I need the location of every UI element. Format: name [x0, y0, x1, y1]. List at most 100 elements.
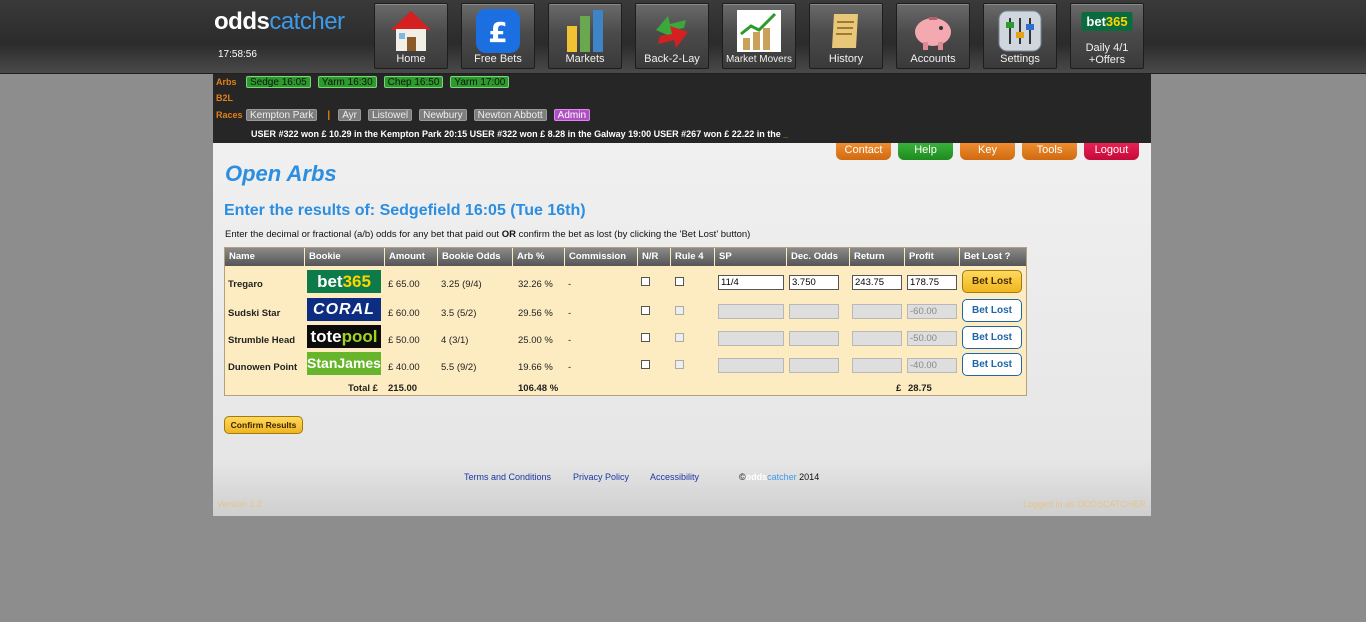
total-profit-symbol: £ [896, 383, 902, 394]
race-chip[interactable]: Kempton Park [246, 109, 318, 121]
nav-home-label: Home [396, 53, 426, 65]
nav-accounts-label: Accounts [910, 53, 956, 65]
races-label: Races [216, 110, 243, 120]
bet365-bookie-logo: bet365 [307, 270, 381, 293]
sp-input [718, 358, 784, 373]
nav-markets-label: Markets [565, 53, 605, 65]
bet-lost-button[interactable]: Bet Lost [962, 353, 1022, 376]
col-bet-lost: Bet Lost ? [964, 251, 1011, 262]
row-amount: £ 60.00 [388, 308, 420, 319]
trend-chart-icon [737, 10, 781, 52]
svg-text:£: £ [488, 16, 507, 49]
nav-markets-button[interactable]: Markets [548, 3, 622, 69]
bet-lost-button[interactable]: Bet Lost [962, 326, 1022, 349]
arb-chip[interactable]: Yarm 17:00 [450, 76, 510, 88]
tab-contact[interactable]: Contact [836, 143, 891, 160]
profit-input: -50.00 [907, 331, 957, 346]
race-chip[interactable]: Listowel [368, 109, 413, 121]
pound-icon: £ [476, 9, 520, 53]
nav-accounts-button[interactable]: Accounts [896, 3, 970, 69]
total-label: Total £ [348, 383, 378, 394]
arb-chip[interactable]: Yarm 16:30 [317, 76, 377, 88]
race-chip[interactable]: Newton Abbott [473, 109, 547, 121]
offers-line-2: +Offers [1088, 54, 1126, 66]
profit-input[interactable]: 178.75 [907, 275, 957, 290]
row-odds: 3.5 (5/2) [441, 308, 477, 319]
row-amount: £ 40.00 [388, 362, 420, 373]
nav-home-button[interactable]: Home [374, 3, 448, 69]
table-header: Name Bookie Amount Bookie Odds Arb % Com… [225, 248, 1026, 266]
nav-bet365-offers-label: Daily 4/1 +Offers [1071, 42, 1143, 66]
piggy-bank-icon [915, 17, 951, 50]
col-amount: Amount [385, 248, 438, 266]
col-sp: SP [715, 248, 787, 266]
profit-input: -60.00 [907, 304, 957, 319]
row-odds: 5.5 (9/2) [441, 362, 477, 373]
race-chip[interactable]: Newbury [419, 109, 467, 121]
terms-link[interactable]: Terms and Conditions [464, 472, 551, 482]
rule4-checkbox[interactable] [675, 277, 684, 286]
total-profit: 28.75 [908, 383, 932, 394]
race-chip[interactable]: Ayr [338, 109, 362, 121]
arb-chip[interactable]: Chep 16:50 [383, 76, 444, 88]
admin-chip[interactable]: Admin [553, 109, 591, 121]
bet365-logo-a: bet [1086, 14, 1106, 29]
tab-help[interactable]: Help [898, 143, 953, 160]
row-odds: 4 (3/1) [441, 335, 469, 346]
accessibility-link[interactable]: Accessibility [650, 472, 699, 482]
dec-odds-input[interactable]: 3.750 [789, 275, 839, 290]
row-odds: 3.25 (9/4) [441, 279, 482, 290]
rule4-checkbox [675, 306, 684, 315]
dec-odds-input [789, 331, 839, 346]
race-separator: | [327, 109, 331, 121]
nav-market-movers-button[interactable]: Market Movers [722, 3, 796, 69]
rule4-checkbox [675, 333, 684, 342]
nr-checkbox[interactable] [641, 360, 650, 369]
total-amount: 215.00 [388, 383, 418, 394]
row-arb: 32.26 % [518, 279, 553, 290]
nav-settings-button[interactable]: Settings [983, 3, 1057, 69]
page-subtitle: Enter the results of: Sedgefield 16:05 (… [224, 202, 586, 219]
row-commission: - [568, 362, 572, 373]
instructions: Enter the decimal or fractional (a/b) od… [225, 229, 750, 240]
nav-settings-label: Settings [1000, 53, 1040, 65]
nav-history-button[interactable]: History [809, 3, 883, 69]
row-commission: - [568, 308, 572, 319]
nr-checkbox[interactable] [641, 333, 650, 342]
copyright-symbol: © [739, 472, 746, 482]
nr-checkbox[interactable] [641, 277, 650, 286]
nav-back-2-lay-button[interactable]: Back-2-Lay [635, 3, 709, 69]
row-name: Dunowen Point [228, 362, 298, 373]
instructions-text-after: confirm the bet as lost (by clicking the… [515, 229, 751, 240]
row-name: Strumble Head [228, 335, 296, 346]
sp-input [718, 304, 784, 319]
nav-bet365-offers-button[interactable]: bet365 Daily 4/1 +Offers [1070, 3, 1144, 69]
col-profit: Profit [905, 248, 960, 266]
site-logo[interactable]: oddscatcher [214, 8, 345, 36]
scroll-icon [832, 14, 858, 48]
confirm-results-button[interactable]: Confirm Results [224, 416, 303, 434]
privacy-link[interactable]: Privacy Policy [573, 472, 629, 482]
return-input[interactable]: 243.75 [852, 275, 902, 290]
bet-lost-button[interactable]: Bet Lost [962, 299, 1022, 322]
logged-in-label: Logged in as ODDSCATCHER [1023, 499, 1146, 509]
copyright-logo-odds: odds [745, 472, 768, 482]
bet-lost-button[interactable]: Bet Lost [962, 270, 1022, 293]
copyright: ©oddscatcher 2014 [739, 472, 819, 482]
tab-logout[interactable]: Logout [1084, 143, 1139, 160]
tab-key[interactable]: Key [960, 143, 1015, 160]
row-commission: - [568, 279, 572, 290]
sliders-icon [998, 10, 1042, 52]
nr-checkbox[interactable] [641, 306, 650, 315]
tab-tools[interactable]: Tools [1022, 143, 1077, 160]
arbs-row: Arbs Sedge 16:05 Yarm 16:30 Chep 16:50 Y… [216, 75, 516, 89]
nav-history-label: History [828, 53, 864, 65]
return-input [852, 304, 902, 319]
utility-tabs: Contact Help Key Tools Logout [829, 143, 1139, 160]
rule4-checkbox [675, 360, 684, 369]
arb-chip[interactable]: Sedge 16:05 [246, 76, 311, 88]
nav-free-bets-button[interactable]: £ Free Bets [461, 3, 535, 69]
sp-input[interactable]: 11/4 [718, 275, 784, 290]
results-table: Name Bookie Amount Bookie Odds Arb % Com… [224, 247, 1027, 396]
col-nr: N/R [638, 248, 671, 266]
